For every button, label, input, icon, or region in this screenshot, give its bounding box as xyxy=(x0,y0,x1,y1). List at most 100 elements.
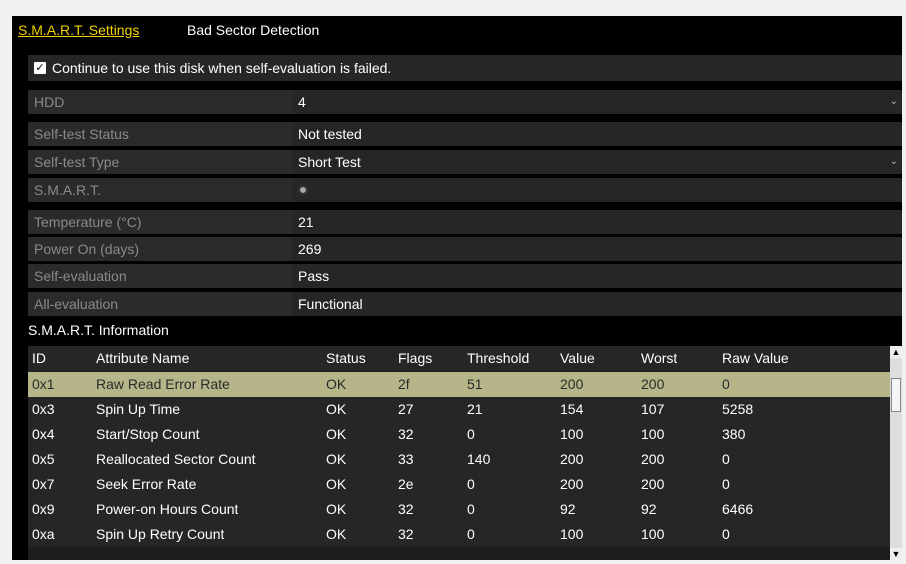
scroll-up-icon[interactable]: ▲ xyxy=(890,346,902,358)
continue-label[interactable]: Continue to use this disk when self-eval… xyxy=(52,55,391,81)
cell-worst: 100 xyxy=(641,526,665,542)
cell-threshold: 140 xyxy=(467,451,491,467)
gear-icon[interactable] xyxy=(298,185,308,195)
smart-test-row: S.M.A.R.T. xyxy=(28,178,902,202)
smart-test-button[interactable] xyxy=(292,178,902,202)
cell-attribute-name: Reallocated Sector Count xyxy=(96,451,256,467)
cell-raw-value: 0 xyxy=(722,376,730,392)
table-row[interactable]: 0x5 Reallocated Sector Count OK 33 140 200 200… xyxy=(28,447,896,472)
cell-threshold: 21 xyxy=(467,401,483,417)
smart-label: S.M.A.R.T. xyxy=(34,182,101,198)
cell-status: OK xyxy=(326,426,347,442)
cell-raw-value: 0 xyxy=(722,476,730,492)
chevron-down-icon[interactable]: ⌄ xyxy=(890,150,898,174)
cell-id: 0x5 xyxy=(32,451,55,467)
self-test-type-row: Self-test Type Short Test ⌄ xyxy=(28,150,902,174)
cell-attribute-name: Spin Up Time xyxy=(96,401,181,417)
cell-value: 154 xyxy=(560,401,584,417)
cell-value: 200 xyxy=(560,476,584,492)
self-test-status-label: Self-test Status xyxy=(34,126,129,142)
cell-attribute-name: Seek Error Rate xyxy=(96,476,197,492)
cell-threshold: 0 xyxy=(467,476,475,492)
cell-flags: 32 xyxy=(398,526,414,542)
cell-flags: 2f xyxy=(398,376,410,392)
cell-status: OK xyxy=(326,451,347,467)
cell-value: 100 xyxy=(560,426,584,442)
cell-threshold: 0 xyxy=(467,526,475,542)
scroll-down-icon[interactable]: ▼ xyxy=(890,548,902,560)
column-header-flags: Flags xyxy=(398,350,433,366)
cell-attribute-name: Spin Up Retry Count xyxy=(96,526,225,542)
cell-value: 100 xyxy=(560,526,584,542)
table-row[interactable]: 0xa Spin Up Retry Count OK 32 0 100 100 0 xyxy=(28,522,896,547)
tab-bad-sector-detection[interactable]: Bad Sector Detection xyxy=(187,22,319,38)
cell-id: 0x7 xyxy=(32,476,55,492)
all-evaluation-value: Functional xyxy=(292,292,902,316)
tab-smart-settings[interactable]: S.M.A.R.T. Settings xyxy=(18,22,139,38)
table-row[interactable]: 0x7 Seek Error Rate OK 2e 0 200 200 0 xyxy=(28,472,896,497)
cell-worst: 92 xyxy=(641,501,657,517)
cell-status: OK xyxy=(326,501,347,517)
temperature-value: 21 xyxy=(292,210,902,234)
cell-worst: 200 xyxy=(641,451,665,467)
cell-status: OK xyxy=(326,476,347,492)
cell-value: 200 xyxy=(560,376,584,392)
all-evaluation-label: All-evaluation xyxy=(34,296,119,312)
self-test-type-value: Short Test xyxy=(298,154,361,170)
cell-id: 0x4 xyxy=(32,426,55,442)
power-on-label: Power On (days) xyxy=(34,241,140,257)
cell-status: OK xyxy=(326,376,347,392)
power-on-value: 269 xyxy=(292,237,902,261)
column-header-attribute-name: Attribute Name xyxy=(96,350,190,366)
cell-id: 0xa xyxy=(32,526,55,542)
cell-worst: 100 xyxy=(641,426,665,442)
chevron-down-icon[interactable]: ⌄ xyxy=(890,90,898,114)
power-on-row: Power On (days) 269 xyxy=(28,237,902,261)
column-header-worst: Worst xyxy=(641,350,678,366)
cell-threshold: 51 xyxy=(467,376,483,392)
column-header-raw-value: Raw Value xyxy=(722,350,789,366)
smart-information-title: S.M.A.R.T. Information xyxy=(28,322,169,338)
table-scrollbar[interactable]: ▲ ▼ xyxy=(890,346,902,560)
self-test-status-row: Self-test Status Not tested xyxy=(28,122,902,146)
cell-flags: 27 xyxy=(398,401,414,417)
cell-flags: 32 xyxy=(398,426,414,442)
continue-option-row: ✓ Continue to use this disk when self-ev… xyxy=(28,55,902,81)
cell-attribute-name: Start/Stop Count xyxy=(96,426,200,442)
cell-raw-value: 6466 xyxy=(722,501,754,517)
self-test-status-value: Not tested xyxy=(292,122,902,146)
self-evaluation-value: Pass xyxy=(292,264,902,288)
table-row[interactable]: 0x4 Start/Stop Count OK 32 0 100 100 380 xyxy=(28,422,896,447)
scroll-thumb[interactable] xyxy=(891,378,901,412)
cell-threshold: 0 xyxy=(467,426,475,442)
cell-worst: 200 xyxy=(641,476,665,492)
cell-value: 200 xyxy=(560,451,584,467)
cell-attribute-name: Raw Read Error Rate xyxy=(96,376,230,392)
smart-attributes-table: ID Attribute Name Status Flags Threshold… xyxy=(28,346,896,560)
self-test-type-select[interactable]: Short Test ⌄ xyxy=(292,150,902,174)
hdd-row: HDD 4 ⌄ xyxy=(28,90,902,114)
cell-id: 0x9 xyxy=(32,501,55,517)
cell-status: OK xyxy=(326,526,347,542)
column-header-id: ID xyxy=(32,350,46,366)
cell-raw-value: 5258 xyxy=(722,401,754,417)
self-evaluation-label: Self-evaluation xyxy=(34,268,127,284)
hdd-select[interactable]: 4 ⌄ xyxy=(292,90,902,114)
table-row[interactable]: 0x9 Power-on Hours Count OK 32 0 92 92 6466 xyxy=(28,497,896,522)
cell-worst: 107 xyxy=(641,401,665,417)
cell-flags: 32 xyxy=(398,501,414,517)
cell-threshold: 0 xyxy=(467,501,475,517)
table-header: ID Attribute Name Status Flags Threshold… xyxy=(28,346,896,371)
cell-flags: 2e xyxy=(398,476,414,492)
tab-bar: S.M.A.R.T. Settings Bad Sector Detection xyxy=(12,16,902,46)
table-row[interactable]: 0x3 Spin Up Time OK 27 21 154 107 5258 xyxy=(28,397,896,422)
cell-raw-value: 0 xyxy=(722,451,730,467)
cell-worst: 200 xyxy=(641,376,665,392)
cell-flags: 33 xyxy=(398,451,414,467)
cell-id: 0x3 xyxy=(32,401,55,417)
continue-checkbox[interactable]: ✓ xyxy=(34,62,46,74)
table-row[interactable]: 0x1 Raw Read Error Rate OK 2f 51 200 200 0 xyxy=(28,372,896,397)
self-evaluation-row: Self-evaluation Pass xyxy=(28,264,902,288)
column-header-value: Value xyxy=(560,350,595,366)
cell-raw-value: 380 xyxy=(722,426,746,442)
